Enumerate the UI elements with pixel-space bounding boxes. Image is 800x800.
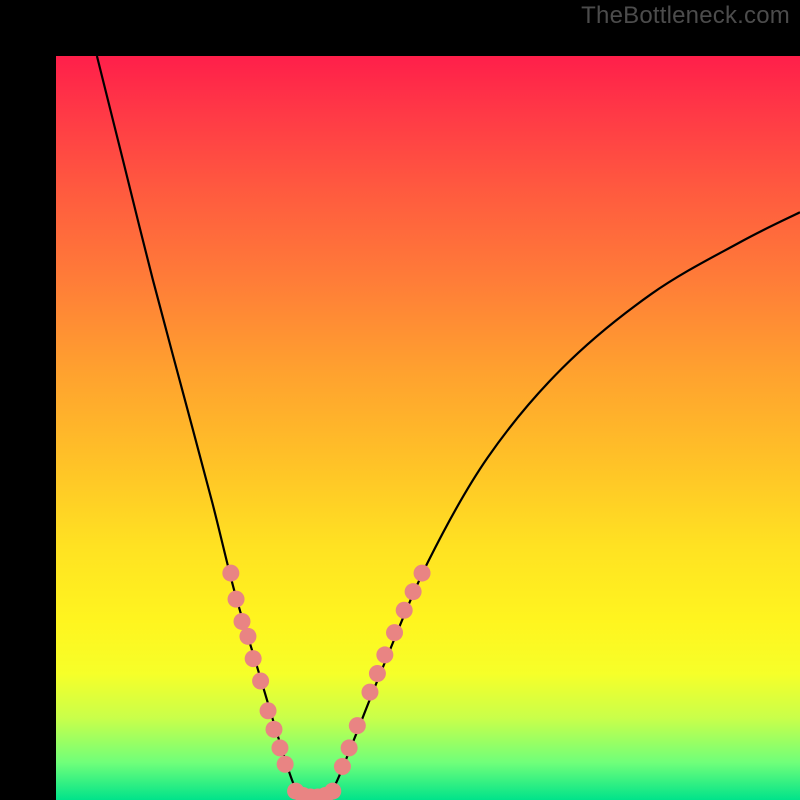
data-marker [228,591,245,608]
data-marker [396,602,413,619]
data-marker [234,613,251,630]
chart-svg [56,56,800,800]
data-marker [341,739,358,756]
data-marker [361,684,378,701]
data-marker [265,721,282,738]
data-marker [369,665,386,682]
chart-frame [0,0,800,800]
data-marker [271,739,288,756]
data-marker [334,758,351,775]
data-marker [386,624,403,641]
bottleneck-curve [97,56,800,799]
data-marker [349,717,366,734]
data-marker [414,565,431,582]
data-marker [405,583,422,600]
data-marker [245,650,262,667]
data-marker [277,756,294,773]
data-marker [324,783,341,800]
data-marker [252,672,269,689]
data-marker [260,702,277,719]
chart-plot-area [56,56,800,800]
data-marker [222,565,239,582]
watermark-text: TheBottleneck.com [581,2,790,30]
data-marker [239,628,256,645]
marker-group [222,565,430,800]
data-marker [376,646,393,663]
